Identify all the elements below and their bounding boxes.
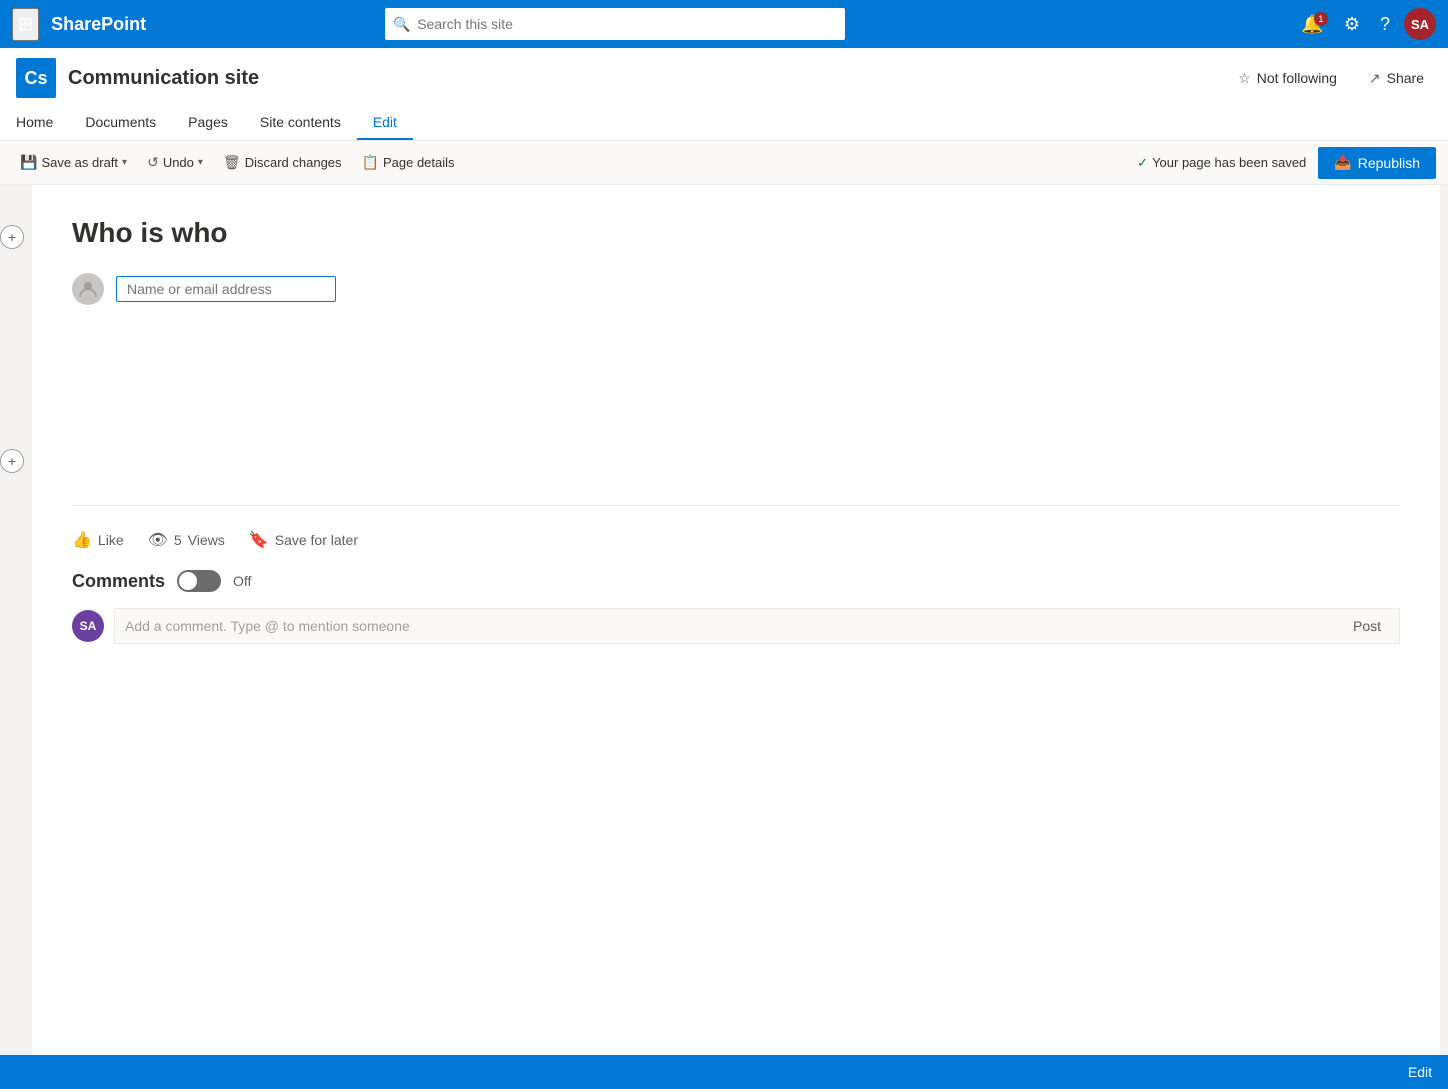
save-icon: 💾: [20, 154, 37, 171]
star-icon: ☆: [1238, 70, 1251, 87]
settings-icon: ⚙: [1344, 14, 1360, 35]
user-avatar[interactable]: SA: [1404, 8, 1436, 40]
save-draft-chevron: ▾: [122, 157, 127, 168]
add-section-left: + +: [0, 185, 24, 1055]
help-icon: ?: [1380, 14, 1390, 35]
waffle-icon: ⊞: [18, 14, 33, 34]
site-navigation: Home Documents Pages Site contents Edit: [16, 106, 1432, 140]
bottom-edit-button[interactable]: Edit: [1408, 1064, 1432, 1080]
site-header: Cs Communication site ☆ Not following ↗ …: [0, 48, 1448, 141]
comment-placeholder: Add a comment. Type @ to mention someone: [125, 618, 410, 634]
site-header-top: Cs Communication site ☆ Not following ↗ …: [16, 58, 1432, 98]
not-following-label: Not following: [1257, 70, 1337, 86]
like-icon: 👍: [72, 530, 92, 550]
edit-toolbar: 💾 Save as draft ▾ ↺ Undo ▾ 🗑 Discard cha…: [0, 141, 1448, 185]
comment-input-row: SA Add a comment. Type @ to mention some…: [72, 608, 1400, 644]
bookmark-icon: 🔖: [249, 530, 269, 550]
comment-input-box[interactable]: Add a comment. Type @ to mention someone…: [114, 608, 1400, 644]
bottom-bar: Edit: [0, 1055, 1448, 1089]
nav-item-edit[interactable]: Edit: [357, 106, 413, 140]
undo-button[interactable]: ↺ Undo ▾: [139, 148, 211, 177]
page-details-button[interactable]: 📋 Page details: [354, 148, 463, 177]
add-section-button-bottom[interactable]: +: [0, 449, 24, 473]
person-avatar-placeholder: [72, 273, 104, 305]
top-navigation-bar: ⊞ SharePoint 🔍 🔔 1 ⚙ ? SA: [0, 0, 1448, 48]
people-picker-input[interactable]: [116, 276, 336, 302]
comment-user-avatar: SA: [72, 610, 104, 642]
checkmark-icon: ✓: [1137, 155, 1148, 171]
undo-chevron: ▾: [198, 157, 203, 168]
republish-button[interactable]: 📤 Republish: [1318, 147, 1436, 179]
save-for-later-button[interactable]: 🔖 Save for later: [249, 530, 358, 550]
toggle-slider: [177, 570, 221, 592]
like-button[interactable]: 👍 Like: [72, 530, 124, 550]
post-comment-button[interactable]: Post: [1345, 614, 1389, 638]
search-bar: 🔍: [385, 8, 845, 40]
site-header-right: ☆ Not following ↗ Share: [1230, 66, 1432, 91]
comments-title: Comments: [72, 571, 165, 592]
site-logo: Cs: [16, 58, 56, 98]
nav-item-documents[interactable]: Documents: [69, 106, 172, 140]
details-icon: 📋: [362, 154, 379, 171]
saved-status: ✓ Your page has been saved: [1137, 155, 1306, 171]
add-section-button-top[interactable]: +: [0, 225, 24, 249]
undo-icon: ↺: [147, 154, 159, 171]
save-draft-label: Save as draft: [41, 155, 118, 170]
page-title: Who is who: [72, 217, 1400, 249]
nav-item-pages[interactable]: Pages: [172, 106, 244, 140]
republish-icon: 📤: [1334, 154, 1351, 171]
site-title: Communication site: [68, 67, 259, 90]
sharepoint-brand-label: SharePoint: [51, 14, 146, 35]
views-icon: 👁: [148, 530, 168, 550]
share-button[interactable]: ↗ Share: [1361, 66, 1432, 91]
top-bar-right-actions: 🔔 1 ⚙ ? SA: [1295, 8, 1436, 40]
people-picker-row: [72, 273, 1400, 305]
comments-toggle[interactable]: [177, 570, 221, 592]
engagement-row: 👍 Like 👁 5 Views 🔖 Save for later: [72, 530, 1400, 550]
views-label: Views: [188, 532, 225, 548]
save-for-later-label: Save for later: [275, 532, 358, 548]
nav-item-site-contents[interactable]: Site contents: [244, 106, 357, 140]
share-icon: ↗: [1369, 70, 1381, 87]
settings-button[interactable]: ⚙: [1338, 10, 1366, 39]
page-wrapper: + + Who is who 👍 Like 👁 5 Views: [0, 185, 1448, 1055]
discard-changes-button[interactable]: 🗑 Discard changes: [215, 148, 350, 177]
saved-status-text: Your page has been saved: [1152, 155, 1306, 170]
discard-label: Discard changes: [245, 155, 342, 170]
content-divider: [72, 505, 1400, 506]
save-as-draft-button[interactable]: 💾 Save as draft ▾: [12, 148, 135, 177]
page-content: Who is who 👍 Like 👁 5 Views: [32, 185, 1440, 1055]
toolbar-right: ✓ Your page has been saved 📤 Republish: [1137, 147, 1436, 179]
nav-item-home[interactable]: Home: [16, 106, 69, 140]
notification-badge: 1: [1314, 12, 1328, 26]
help-button[interactable]: ?: [1374, 10, 1396, 39]
site-header-left: Cs Communication site: [16, 58, 259, 98]
notification-button[interactable]: 🔔 1: [1295, 10, 1329, 39]
toggle-off-label: Off: [233, 573, 251, 589]
search-input[interactable]: [385, 8, 845, 40]
discard-icon: 🗑: [223, 154, 241, 171]
republish-label: Republish: [1358, 155, 1420, 171]
not-following-button[interactable]: ☆ Not following: [1230, 66, 1345, 91]
like-label: Like: [98, 532, 124, 548]
views-count: 👁 5 Views: [148, 530, 225, 550]
share-label: Share: [1387, 70, 1424, 86]
comments-header: Comments Off: [72, 570, 1400, 592]
undo-label: Undo: [163, 155, 194, 170]
views-number: 5: [174, 532, 182, 548]
search-icon: 🔍: [393, 16, 410, 33]
page-details-label: Page details: [383, 155, 455, 170]
waffle-menu-button[interactable]: ⊞: [12, 8, 39, 41]
